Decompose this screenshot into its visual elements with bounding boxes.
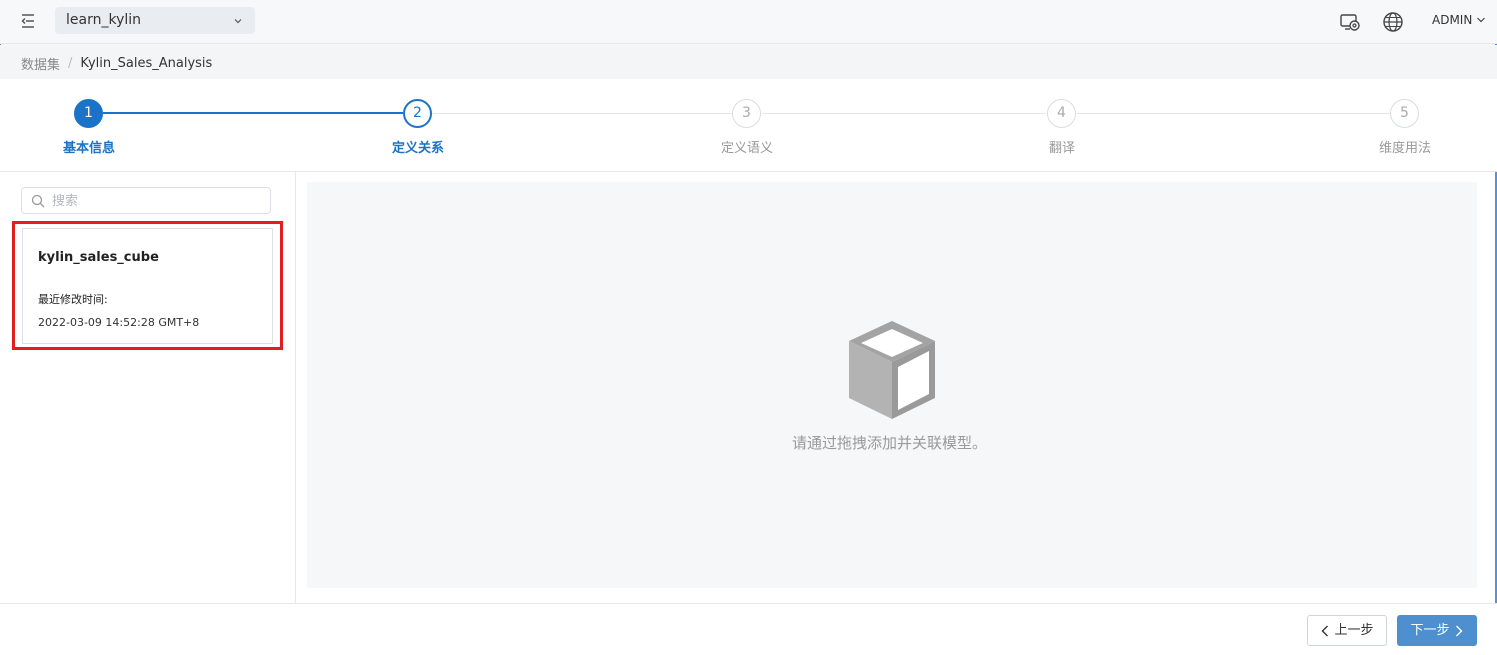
- step-connector: [762, 113, 1046, 114]
- step-connector: [433, 113, 733, 114]
- step-5-circle: 5: [1390, 99, 1419, 128]
- project-select-value: learn_kylin: [66, 12, 142, 28]
- menu-fold-icon[interactable]: [18, 11, 38, 31]
- step-4-circle: 4: [1047, 99, 1076, 128]
- username: ADMIN: [1432, 13, 1473, 27]
- step-1-label: 基本信息: [62, 141, 116, 156]
- user-menu[interactable]: ADMIN: [1432, 13, 1486, 27]
- relationship-canvas[interactable]: 请通过拖拽添加并关联模型。: [307, 182, 1477, 588]
- step-connector: [1077, 113, 1390, 114]
- monitor-settings-icon[interactable]: [1339, 11, 1361, 33]
- model-card-highlight: kylin_sales_cube 最近修改时间: 2022-03-09 14:5…: [12, 221, 283, 350]
- next-step-label: 下一步: [1410, 623, 1450, 638]
- previous-step-button[interactable]: 上一步: [1307, 615, 1387, 646]
- model-card[interactable]: kylin_sales_cube 最近修改时间: 2022-03-09 14:5…: [22, 228, 273, 344]
- cube-icon: [849, 321, 935, 419]
- top-header: learn_kylin ADMIN: [0, 0, 1497, 44]
- breadcrumb: 数据集 / Kylin_Sales_Analysis: [21, 54, 212, 73]
- chevron-down-icon: [234, 19, 242, 24]
- step-3-circle: 3: [732, 99, 761, 128]
- globe-icon[interactable]: [1382, 11, 1404, 33]
- model-name: kylin_sales_cube: [38, 250, 159, 265]
- step-3-label: 定义语义: [720, 141, 774, 156]
- model-time-label: 最近修改时间:: [38, 293, 108, 306]
- step-2-label: 定义关系: [391, 141, 445, 156]
- empty-state-text: 请通过拖拽添加并关联模型。: [791, 434, 987, 452]
- step-4-label: 翻译: [1048, 141, 1076, 156]
- previous-step-label: 上一步: [1334, 623, 1374, 638]
- breadcrumb-separator: /: [68, 56, 73, 71]
- search-box[interactable]: [21, 187, 271, 214]
- chevron-left-icon: [1321, 625, 1329, 636]
- chevron-right-icon: [1455, 625, 1462, 636]
- breadcrumb-datasets-link[interactable]: 数据集: [21, 54, 60, 73]
- step-1-circle: 1: [74, 99, 103, 128]
- model-time: 2022-03-09 14:52:28 GMT+8: [38, 316, 200, 329]
- footer-bar: 上一步 下一步: [0, 603, 1497, 655]
- breadcrumb-bar: 数据集 / Kylin_Sales_Analysis: [0, 45, 1497, 79]
- project-select[interactable]: learn_kylin: [55, 7, 255, 34]
- step-connector-done: [103, 112, 403, 114]
- wizard-steps: 1 基本信息 2 定义关系 3 定义语义 4 翻译 5 维度用法: [0, 79, 1497, 172]
- step-2-circle: 2: [403, 99, 432, 128]
- breadcrumb-current: Kylin_Sales_Analysis: [80, 56, 213, 71]
- next-step-button[interactable]: 下一步: [1397, 615, 1477, 646]
- search-icon: [31, 194, 45, 208]
- step-5-label: 维度用法: [1378, 141, 1432, 156]
- search-input[interactable]: [52, 191, 262, 211]
- chevron-down-icon: [1477, 17, 1486, 23]
- model-list-panel: kylin_sales_cube 最近修改时间: 2022-03-09 14:5…: [0, 172, 296, 603]
